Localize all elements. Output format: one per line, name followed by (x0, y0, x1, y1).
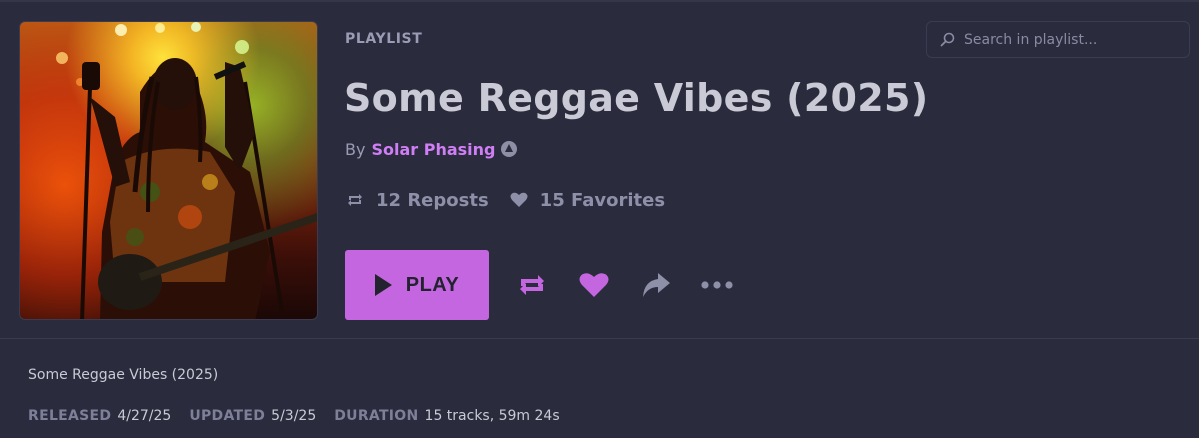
favorites-count: 15 Favorites (539, 189, 666, 211)
more-options-button[interactable] (699, 268, 735, 302)
heart-icon (510, 192, 528, 207)
repost-button[interactable] (514, 268, 550, 302)
playlist-cover-art[interactable] (19, 21, 318, 320)
favorites-stat[interactable]: 15 Favorites (509, 190, 665, 211)
playlist-description: Some Reggae Vibes (2025) (28, 367, 219, 383)
page-title: Some Reggae Vibes (2025) (344, 76, 929, 120)
share-icon (643, 273, 670, 297)
playlist-metadata: RELEASED 4/27/25 UPDATED 5/3/25 DURATION… (28, 406, 578, 426)
updated-label: UPDATED (189, 408, 266, 424)
heart-icon (579, 273, 609, 297)
play-button[interactable]: PLAY (345, 250, 489, 320)
search-input[interactable] (964, 31, 1184, 48)
artist-link[interactable]: Solar Phasing (371, 140, 495, 159)
reposts-stat[interactable]: 12 Reposts (345, 190, 489, 211)
search-icon (940, 32, 955, 47)
more-icon (701, 281, 733, 289)
cover-illustration (56, 22, 317, 319)
verified-badge-icon (501, 141, 518, 157)
released-label: RELEASED (28, 408, 112, 424)
reposts-count: 12 Reposts (376, 189, 489, 211)
byline: By Solar Phasing (345, 139, 518, 159)
updated-value: 5/3/25 (271, 408, 317, 424)
playlist-stats: 12 Reposts 15 Favorites (345, 188, 685, 212)
duration-value: 15 tracks, 59m 24s (424, 408, 560, 424)
play-button-label: PLAY (405, 273, 460, 296)
play-icon (374, 274, 392, 296)
repost-icon (348, 194, 362, 206)
released-value: 4/27/25 (117, 408, 172, 424)
playlist-type-label: PLAYLIST (345, 31, 423, 47)
repost-icon (520, 275, 544, 295)
playlist-search[interactable] (926, 21, 1190, 58)
section-divider (0, 338, 1199, 339)
share-button[interactable] (638, 268, 674, 302)
playlist-page: PLAYLIST Some Reggae Vibes (2025) By Sol… (0, 0, 1199, 438)
by-label: By (345, 139, 366, 159)
favorite-button[interactable] (576, 268, 612, 302)
duration-label: DURATION (334, 408, 419, 424)
top-border (0, 0, 1199, 2)
